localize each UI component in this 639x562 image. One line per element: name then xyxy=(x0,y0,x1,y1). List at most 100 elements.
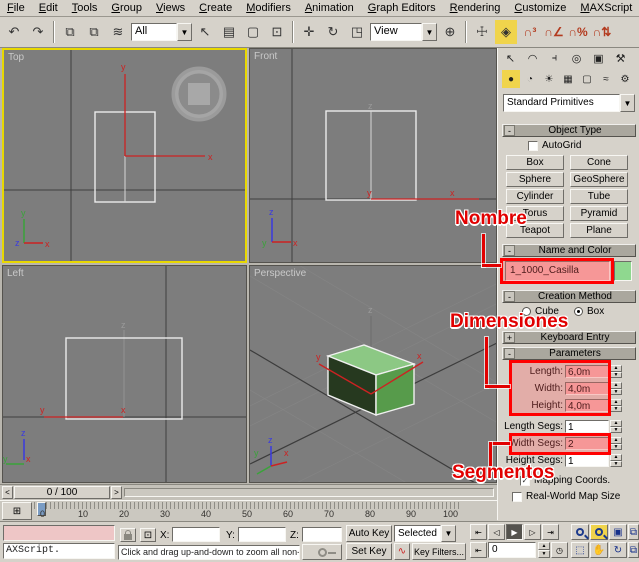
mini-curve-editor-button[interactable]: ⊞ xyxy=(2,502,32,520)
tab-motion[interactable]: ◎ xyxy=(566,49,587,67)
auto-key-button[interactable]: Auto Key xyxy=(346,525,392,542)
tab-create[interactable]: ↖ xyxy=(500,49,521,67)
select-by-name-button[interactable]: ▤ xyxy=(218,20,240,44)
use-pivot-center-button[interactable]: ⊕ xyxy=(439,20,461,44)
category-spacewarps[interactable]: ≈ xyxy=(597,70,615,88)
maxscript-mini-listener[interactable]: AXScript. xyxy=(3,543,115,559)
collapse-icon[interactable]: - xyxy=(504,245,515,256)
object-color-swatch[interactable] xyxy=(614,261,632,281)
box-button[interactable]: Box xyxy=(506,155,564,170)
primitives-dropdown[interactable]: Standard Primitives ▼ xyxy=(503,94,635,112)
select-and-rotate-button[interactable]: ↻ xyxy=(322,20,344,44)
undo-button[interactable]: ↶ xyxy=(3,20,25,44)
pyramid-button[interactable]: Pyramid xyxy=(570,206,628,221)
x-coord-field[interactable] xyxy=(172,527,220,542)
time-slider-track[interactable] xyxy=(124,488,494,497)
zoom-button[interactable] xyxy=(571,524,589,540)
width-segs-spinner[interactable]: ▲▼ xyxy=(610,437,622,450)
window-crossing-button[interactable]: ⊡ xyxy=(266,20,288,44)
collapse-icon[interactable]: - xyxy=(504,291,515,302)
length-segs-spinner[interactable]: ▲▼ xyxy=(610,420,622,433)
snap-3d-button[interactable]: ∩³ xyxy=(519,20,541,44)
frame-spinner[interactable]: ▲▼ xyxy=(538,542,550,558)
category-geometry[interactable]: ● xyxy=(502,70,520,88)
length-segs-field[interactable]: 1 xyxy=(565,420,609,433)
category-helpers[interactable]: ▢ xyxy=(578,70,596,88)
absolute-mode-button[interactable]: ⊡ xyxy=(140,528,156,542)
geosphere-button[interactable]: GeoSphere xyxy=(570,172,628,187)
menu-views[interactable]: Views xyxy=(149,1,192,15)
rollout-creation-method[interactable]: - Creation Method xyxy=(502,290,636,303)
category-lights[interactable]: ☀ xyxy=(540,70,558,88)
spinner-down-icon[interactable]: ▼ xyxy=(538,550,550,558)
expand-icon[interactable]: + xyxy=(504,332,515,343)
real-world-checkbox[interactable] xyxy=(512,492,522,502)
spinner-down-icon[interactable]: ▼ xyxy=(610,461,622,468)
tab-hierarchy[interactable]: ⫞ xyxy=(544,49,565,67)
rollout-parameters[interactable]: - Parameters xyxy=(502,347,636,360)
z-coord-field[interactable] xyxy=(302,527,342,542)
unlink-selection-button[interactable]: ⧉ xyxy=(83,20,105,44)
zoom-extents-button[interactable]: ▣ xyxy=(609,524,627,540)
reference-coordsys-dropdown[interactable]: View ▼ xyxy=(370,22,437,42)
key-mode-button[interactable]: ⇤ xyxy=(470,542,487,558)
spinner-down-icon[interactable]: ▼ xyxy=(610,444,622,451)
menu-graph-editors[interactable]: Graph Editors xyxy=(361,1,443,15)
y-coord-field[interactable] xyxy=(238,527,286,542)
length-spinner[interactable]: ▲▼ xyxy=(610,365,622,378)
track-bar-ruler[interactable] xyxy=(34,502,462,509)
select-and-link-button[interactable]: ⧉ xyxy=(59,20,81,44)
menu-tools[interactable]: Tools xyxy=(65,1,105,15)
viewport-front[interactable]: Front y x z z y x xyxy=(249,48,497,263)
bind-to-spacewarp-button[interactable]: ≋ xyxy=(107,20,129,44)
percent-snap-button[interactable]: ∩% xyxy=(567,20,589,44)
viewport-left[interactable]: Left z y x z y x xyxy=(2,265,247,483)
time-next-button[interactable]: > xyxy=(111,486,122,499)
selection-filter-dropdown[interactable]: All ▼ xyxy=(131,22,192,42)
spinner-snap-button[interactable]: ∩⇅ xyxy=(591,20,613,44)
prev-frame-button[interactable]: ◁ xyxy=(488,524,505,540)
selection-region-button[interactable]: ▢ xyxy=(242,20,264,44)
select-and-move-button[interactable]: ✛ xyxy=(298,20,320,44)
region-zoom-button[interactable]: ⬚ xyxy=(571,542,589,558)
angle-snap-button[interactable]: ∩∠ xyxy=(543,20,565,44)
cone-button[interactable]: Cone xyxy=(570,155,628,170)
autogrid-checkbox[interactable] xyxy=(528,141,538,151)
menu-file[interactable]: File xyxy=(0,1,32,15)
spinner-up-icon[interactable]: ▲ xyxy=(538,542,550,550)
set-keys-button[interactable] xyxy=(302,544,342,560)
box-radio[interactable] xyxy=(574,307,583,316)
next-frame-button[interactable]: ▷ xyxy=(524,524,541,540)
cylinder-button[interactable]: Cylinder xyxy=(506,189,564,204)
snaps-toggle-button[interactable]: ◈ xyxy=(495,20,517,44)
go-to-end-button[interactable]: ⇥ xyxy=(542,524,559,540)
viewport-top[interactable]: Top y x y z x xyxy=(2,48,247,263)
width-spinner[interactable]: ▲▼ xyxy=(610,382,622,395)
current-frame-field[interactable]: 0 xyxy=(488,542,536,558)
selection-lock-button[interactable] xyxy=(120,528,136,542)
spinner-down-icon[interactable]: ▼ xyxy=(610,406,622,413)
zoom-extents-all-button[interactable]: ⧉ xyxy=(628,524,639,540)
height-spinner[interactable]: ▲▼ xyxy=(610,399,622,412)
viewport-nav-gizmo-square[interactable] xyxy=(188,83,210,105)
spinner-down-icon[interactable]: ▼ xyxy=(610,427,622,434)
rollout-object-type[interactable]: - Object Type xyxy=(502,124,636,137)
tab-modify[interactable]: ◠ xyxy=(522,49,543,67)
time-slider-handle[interactable]: 0 / 100 xyxy=(14,486,110,499)
category-shapes[interactable]: ◔ xyxy=(521,70,539,88)
min-max-toggle-button[interactable]: ⧉ xyxy=(628,542,639,558)
go-to-start-button[interactable]: ⇤ xyxy=(470,524,487,540)
collapse-icon[interactable]: - xyxy=(504,348,515,359)
collapse-icon[interactable]: - xyxy=(504,125,515,136)
tab-utilities[interactable]: ⚒ xyxy=(610,49,631,67)
menu-edit[interactable]: Edit xyxy=(32,1,65,15)
play-button[interactable]: ▶ xyxy=(506,524,523,540)
tube-button[interactable]: Tube xyxy=(570,189,628,204)
menu-animation[interactable]: Animation xyxy=(298,1,361,15)
plane-button[interactable]: Plane xyxy=(570,223,628,238)
time-config-button[interactable]: ◷ xyxy=(551,542,568,558)
zoom-all-button[interactable] xyxy=(590,524,608,540)
spinner-down-icon[interactable]: ▼ xyxy=(610,389,622,396)
redo-button[interactable]: ↷ xyxy=(27,20,49,44)
select-and-manipulate-button[interactable]: ☩ xyxy=(471,20,493,44)
